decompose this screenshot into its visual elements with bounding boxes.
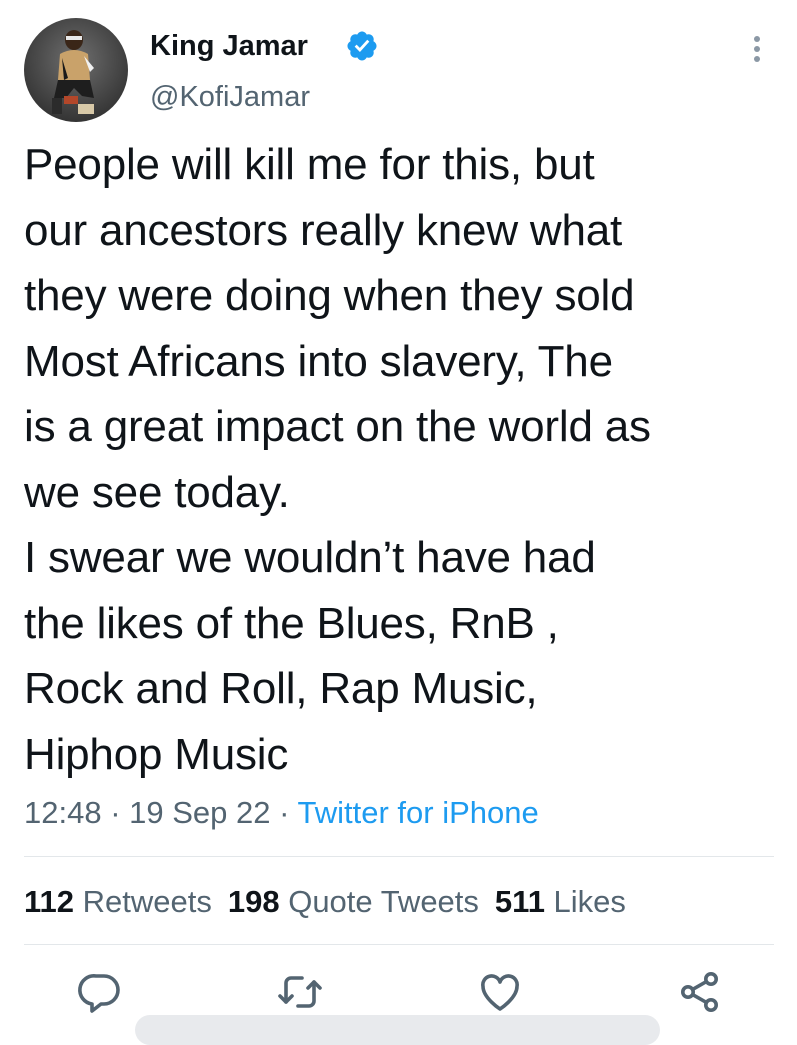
tweet-line: is a great impact on the world as — [24, 402, 651, 451]
meta-separator: · — [101, 795, 130, 830]
retweets-stat[interactable]: 112 Retweets — [24, 884, 212, 919]
tweet-line: the likes of the Blues, RnB , — [24, 598, 559, 648]
quote-tweets-count: 198 — [227, 884, 280, 919]
tweet-text: People will kill me for this, but our an… — [24, 132, 784, 787]
reply-button[interactable] — [76, 968, 124, 1016]
tweet-line: they were doing when they sold — [24, 271, 635, 320]
likes-count: 511 — [494, 884, 545, 919]
heart-icon — [481, 974, 519, 1011]
reply-icon — [78, 974, 120, 1013]
divider — [24, 856, 774, 857]
verified-badge-icon — [345, 29, 379, 63]
like-button[interactable] — [476, 968, 524, 1016]
tweet-line: People will kill me for this, but — [24, 140, 595, 189]
display-name[interactable]: King Jamar — [150, 28, 308, 64]
meta-separator: · — [270, 795, 298, 830]
user-handle[interactable]: @KofiJamar — [150, 80, 310, 114]
retweet-icon — [278, 976, 322, 1008]
retweets-label: Retweets — [74, 884, 212, 919]
quote-tweets-stat[interactable]: 198 Quote Tweets — [228, 884, 479, 919]
tweet-time[interactable]: 12:48 — [24, 795, 102, 830]
divider — [24, 944, 774, 945]
retweet-button[interactable] — [276, 968, 324, 1016]
action-bar — [0, 968, 797, 1016]
tweet-line: I swear we wouldn’t have had — [24, 533, 596, 582]
likes-stat[interactable]: 511 Likes — [495, 884, 626, 919]
tweet-stats: 112 Retweets 198 Quote Tweets 511 Likes — [24, 882, 642, 922]
tweet-line: Rock and Roll, Rap Music, — [24, 664, 538, 713]
tweet-source-link[interactable]: Twitter for iPhone — [298, 795, 539, 830]
avatar[interactable] — [24, 18, 128, 122]
tweet-line: we see today. — [24, 467, 290, 517]
share-button[interactable] — [676, 968, 724, 1016]
tweet-date[interactable]: 19 Sep 22 — [129, 795, 270, 830]
tweet-line: our ancestors really knew what — [24, 205, 623, 255]
more-vertical-icon[interactable] — [742, 30, 772, 70]
retweets-count: 112 — [24, 884, 75, 919]
likes-label: Likes — [544, 884, 626, 919]
bottom-bar — [135, 1015, 660, 1045]
tweet-meta: 12:48 · 19 Sep 22 · Twitter for iPhone — [24, 793, 539, 833]
quote-tweets-label: Quote Tweets — [279, 884, 479, 919]
tweet-line: Hiphop Music — [24, 729, 289, 779]
avatar-photo — [24, 18, 128, 122]
share-icon — [681, 972, 718, 1012]
tweet-line: Most Africans into slavery, The — [24, 336, 613, 386]
